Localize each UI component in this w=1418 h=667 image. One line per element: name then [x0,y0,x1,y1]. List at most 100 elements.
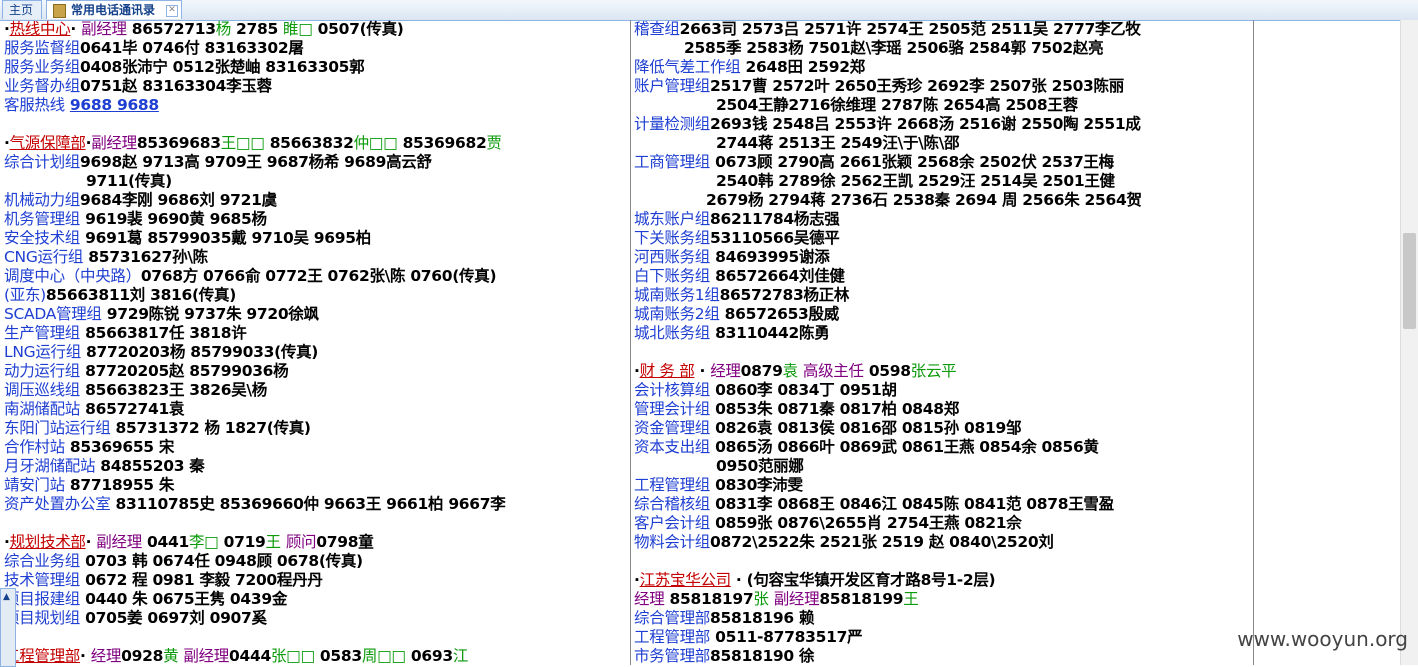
hotline-number[interactable]: 9688 9688 [70,96,159,114]
group-label: 技术管理组 [4,571,81,589]
entry-text: 87720203杨 85799033(传真) [80,343,319,361]
chevron-up-icon: ▲ [3,592,10,602]
directory-line: 城东账户组86211784杨志强 [634,210,1251,229]
group-label: 动力运行组 [4,362,81,380]
group-label: 物料会计组 [634,533,711,551]
entry-text: 0865汤 0866叶 0869武 0861王燕 0854余 0856黄 [710,438,1099,456]
role-label: 副经理 [81,20,127,38]
group-label: 综合计划组 [4,153,81,171]
entry-text: 83110442陈勇 [710,324,830,342]
group-label: 机械动力组 [4,191,81,209]
entry-text: 86211784杨志强 [710,210,840,228]
column-divider-right [1253,20,1254,665]
person-name: 睢□ [283,20,313,38]
entry-text: 0444 [228,647,271,665]
group-label: 城北账务组 [634,324,711,342]
entry-text: 2517曹 2572叶 2650王秀珍 2692李 2507张 2503陈丽 [710,77,1124,95]
directory-line: 业务督办组0751赵 83163304李玉蓉 [4,77,626,96]
person-name: 张云平 [910,362,957,380]
entry-text: 0672 程 0981 李毅 7200程丹丹 [80,571,323,589]
department-link[interactable]: 规划技术部 [10,533,86,551]
entry-text: 0673顾 2790高 2661张颖 2568余 2502伏 2537王梅 [710,153,1114,171]
tab-home[interactable]: 主页 [2,0,42,19]
side-collapse-handle[interactable]: ▲ [0,588,16,667]
directory-line: 东阳门站运行组 85731372 杨 1827(传真) [4,419,626,438]
department-link[interactable]: 气源保障部 [10,134,86,152]
department-link[interactable]: 热线中心 [10,20,71,38]
group-label: 靖安门站 [4,476,65,494]
entry-text: 87718955 朱 [64,476,175,494]
person-name: 仲□□ [353,134,398,152]
directory-line: 生产管理组 85663817任 3818许 [4,324,626,343]
entry-text: 85818196 赖 [710,609,815,627]
entry-text: 87720205赵 85799036杨 [80,362,289,380]
role-label: 副经理 [773,590,820,608]
group-label: 会计核算组 [634,381,711,399]
entry-text: · [80,647,91,665]
entry-text: · [85,533,97,551]
entry-text: 86572664刘佳健 [710,267,845,285]
entry-text: 9698赵 9713高 9709王 9687杨希 9689高云舒 [80,153,432,171]
group-label: 工程管理部 [634,628,711,646]
group-label: 东阳门站运行组 [4,419,111,437]
directory-line: 综合计划组9698赵 9713高 9709王 9687杨希 9689高云舒 [4,153,626,172]
entry-text: 85818197 [664,590,754,608]
entry-text: 84855203 秦 [95,457,205,475]
directory-line: ·热线中心· 副经理 86572713杨 2785 睢□ 0507(传真) [4,20,626,39]
entry-text: 0798童 [316,533,374,551]
tab-phone-directory[interactable]: 常用电话通讯录 ✕ [46,0,182,19]
scrollbar-thumb[interactable] [1403,233,1416,329]
entry-text: 0830李沛雯 [710,476,803,494]
entry-text: 85663832 [264,134,354,152]
person-name: 周□□ [361,647,406,665]
entry-text: 0598 [863,362,911,380]
directory-line: SCADA管理组 9729陈锐 9737朱 9720徐飒 [4,305,626,324]
group-label: 客户会计组 [634,514,711,532]
entry-text: 85369682 [397,134,487,152]
directory-line: 9711(传真) [4,172,626,191]
department-link[interactable]: 财 务 部 [640,362,695,380]
role-label: 经理 [710,362,741,380]
group-label: (亚东) [4,286,46,304]
directory-line: 2540韩 2789徐 2562王凯 2529汪 2514吴 2501王健 [634,172,1251,191]
directory-line: 机务管理组 9619裴 9690黄 9685杨 [4,210,626,229]
person-name: 黄 [163,647,179,665]
tab-phone-directory-label: 常用电话通讯录 [71,3,156,17]
entry-text: 0879 [740,362,783,380]
department-link[interactable]: 江苏宝华公司 [640,571,732,589]
directory-line: 城南账务2组 86572653殷威 [634,305,1251,324]
close-icon[interactable]: ✕ [166,5,178,17]
directory-line: 项目规划组 0705姜 0697刘 0907奚 [4,609,626,628]
directory-line: 月牙湖储配站 84855203 秦 [4,457,626,476]
entry-text: 85369655 宋 [64,438,175,456]
person-name: 袁 [782,362,799,380]
group-label: 综合稽核组 [634,495,711,513]
directory-line: 客户会计组 0859张 0876\2655肖 2754王燕 0821佘 [634,514,1251,533]
entry-text: 86572741袁 [80,400,185,418]
role-label: 副经理 [183,647,229,665]
directory-line: 河西账务组 84693995谢添 [634,248,1251,267]
person-name: 贾 [486,134,502,152]
directory-line: 管理会计组 0853朱 0871秦 0817柏 0848郑 [634,400,1251,419]
entry-text: 85731627孙\陈 [83,248,208,266]
role-label: 经理 [634,590,665,608]
directory-line: 会计核算组 0860李 0834丁 0951胡 [634,381,1251,400]
entry-text: 0826袁 0813侯 0816邵 0815孙 0819邹 [710,419,1022,437]
entry-text: 0408张沛宁 0512张楚岫 83163305郭 [80,58,365,76]
entry-text: 0583 [314,647,362,665]
directory-line: 下关账务组53110566吴德平 [634,229,1251,248]
group-label: 服务业务组 [4,58,81,76]
vertical-scrollbar[interactable] [1400,20,1418,665]
group-label: 机务管理组 [4,210,81,228]
directory-line: 综合管理部85818196 赖 [634,609,1251,628]
group-label: 资金管理组 [634,419,711,437]
group-label: 业务督办组 [4,77,81,95]
person-name: 王 [903,590,919,608]
directory-line: ·气源保障部·副经理85369683王□□ 85663832仲□□ 853696… [4,134,626,153]
left-column: ·热线中心· 副经理 86572713杨 2785 睢□ 0507(传真) 服务监… [4,20,626,665]
directory-line: 2504王静2716徐维理 2787陈 2654高 2508王蓉 [634,96,1251,115]
tab-bar: 主页 常用电话通讯录 ✕ [0,0,1418,21]
entry-text: 9684李刚 9686刘 9721虞 [80,191,277,209]
directory-line: 工程管理部 0511-87783517严 [634,628,1251,647]
